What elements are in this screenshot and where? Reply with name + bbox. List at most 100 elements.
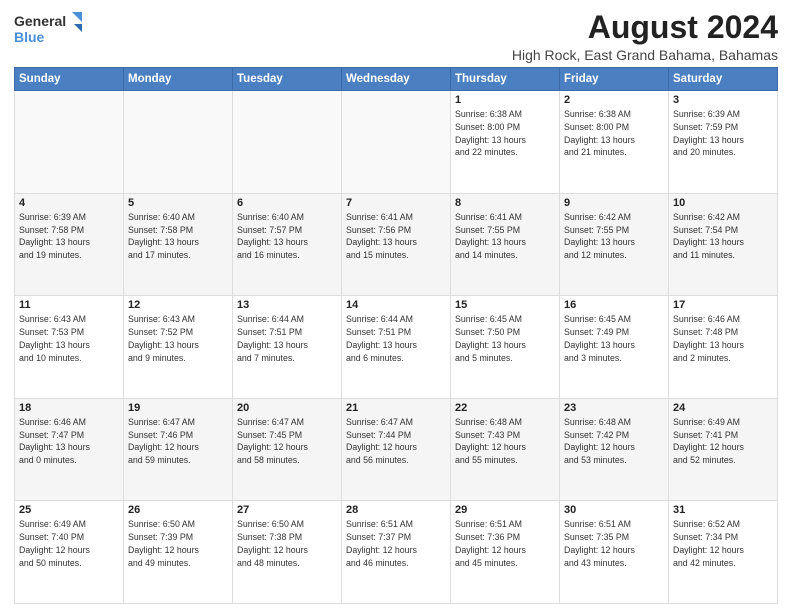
day-info-12: Sunrise: 6:43 AM Sunset: 7:52 PM Dayligh… (128, 313, 228, 364)
day-info-20: Sunrise: 6:47 AM Sunset: 7:45 PM Dayligh… (237, 416, 337, 467)
day-info-8: Sunrise: 6:41 AM Sunset: 7:55 PM Dayligh… (455, 211, 555, 262)
calendar-cell-1-3: 7Sunrise: 6:41 AM Sunset: 7:56 PM Daylig… (342, 193, 451, 296)
day-info-27: Sunrise: 6:50 AM Sunset: 7:38 PM Dayligh… (237, 518, 337, 569)
svg-text:Blue: Blue (14, 29, 45, 45)
calendar-cell-1-1: 5Sunrise: 6:40 AM Sunset: 7:58 PM Daylig… (124, 193, 233, 296)
day-info-30: Sunrise: 6:51 AM Sunset: 7:35 PM Dayligh… (564, 518, 664, 569)
day-number-23: 23 (564, 402, 664, 414)
week-row-4: 25 Sunrise: 6:49 AM Sunset: 7:40 PM Dayli… (15, 501, 778, 604)
day-info-11: Sunrise: 6:43 AM Sunset: 7:53 PM Dayligh… (19, 313, 119, 364)
calendar-cell-4-2: 27 Sunrise: 6:50 AM Sunset: 7:38 PM Dayli… (233, 501, 342, 604)
calendar-cell-1-5: 9 Sunrise: 6:42 AM Sunset: 7:55 PM Daylig… (560, 193, 669, 296)
day-number-4: 4 (19, 197, 119, 209)
day-info-1: Sunrise: 6:38 AM Sunset: 8:00 PM Dayligh… (455, 108, 555, 159)
day-info-18: Sunrise: 6:46 AM Sunset: 7:47 PM Dayligh… (19, 416, 119, 467)
day-info-9: Sunrise: 6:42 AM Sunset: 7:55 PM Dayligh… (564, 211, 664, 262)
day-info-29: Sunrise: 6:51 AM Sunset: 7:36 PM Dayligh… (455, 518, 555, 569)
calendar-cell-3-0: 18 Sunrise: 6:46 AM Sunset: 7:47 PM Dayli… (15, 398, 124, 501)
calendar-cell-1-6: 10 Sunrise: 6:42 AM Sunset: 7:54 PM Dayli… (669, 193, 778, 296)
calendar-cell-0-4: 1 Sunrise: 6:38 AM Sunset: 8:00 PM Daylig… (451, 91, 560, 194)
day-number-25: 25 (19, 504, 119, 516)
calendar: Sunday Monday Tuesday Wednesday Thursday… (14, 67, 778, 604)
calendar-cell-0-0 (15, 91, 124, 194)
calendar-cell-2-4: 15 Sunrise: 6:45 AM Sunset: 7:50 PM Dayli… (451, 296, 560, 399)
calendar-cell-0-6: 3 Sunrise: 6:39 AM Sunset: 7:59 PM Daylig… (669, 91, 778, 194)
page: General Blue August 2024 High Rock, East… (0, 0, 792, 612)
day-number-3: 3 (673, 94, 773, 106)
calendar-cell-2-6: 17 Sunrise: 6:46 AM Sunset: 7:48 PM Dayli… (669, 296, 778, 399)
day-number-31: 31 (673, 504, 773, 516)
day-info-2: Sunrise: 6:38 AM Sunset: 8:00 PM Dayligh… (564, 108, 664, 159)
day-number-22: 22 (455, 402, 555, 414)
day-number-2: 2 (564, 94, 664, 106)
calendar-header-row: Sunday Monday Tuesday Wednesday Thursday… (15, 68, 778, 91)
day-number-15: 15 (455, 299, 555, 311)
col-tuesday: Tuesday (233, 68, 342, 91)
day-info-16: Sunrise: 6:45 AM Sunset: 7:49 PM Dayligh… (564, 313, 664, 364)
week-row-0: 1 Sunrise: 6:38 AM Sunset: 8:00 PM Daylig… (15, 91, 778, 194)
header: General Blue August 2024 High Rock, East… (14, 10, 778, 63)
calendar-cell-3-2: 20 Sunrise: 6:47 AM Sunset: 7:45 PM Dayli… (233, 398, 342, 501)
day-number-19: 19 (128, 402, 228, 414)
day-info-3: Sunrise: 6:39 AM Sunset: 7:59 PM Dayligh… (673, 108, 773, 159)
calendar-cell-4-1: 26 Sunrise: 6:50 AM Sunset: 7:39 PM Dayli… (124, 501, 233, 604)
calendar-cell-3-5: 23 Sunrise: 6:48 AM Sunset: 7:42 PM Dayli… (560, 398, 669, 501)
day-info-6: Sunrise: 6:40 AM Sunset: 7:57 PM Dayligh… (237, 211, 337, 262)
subtitle: High Rock, East Grand Bahama, Bahamas (512, 47, 778, 63)
day-info-4: Sunrise: 6:39 AM Sunset: 7:58 PM Dayligh… (19, 211, 119, 262)
day-number-30: 30 (564, 504, 664, 516)
calendar-cell-2-3: 14Sunrise: 6:44 AM Sunset: 7:51 PM Dayli… (342, 296, 451, 399)
col-thursday: Thursday (451, 68, 560, 91)
day-number-8: 8 (455, 197, 555, 209)
calendar-cell-2-1: 12Sunrise: 6:43 AM Sunset: 7:52 PM Dayli… (124, 296, 233, 399)
day-number-7: 7 (346, 197, 446, 209)
col-wednesday: Wednesday (342, 68, 451, 91)
day-number-18: 18 (19, 402, 119, 414)
calendar-cell-3-4: 22 Sunrise: 6:48 AM Sunset: 7:43 PM Dayli… (451, 398, 560, 501)
day-info-26: Sunrise: 6:50 AM Sunset: 7:39 PM Dayligh… (128, 518, 228, 569)
day-info-25: Sunrise: 6:49 AM Sunset: 7:40 PM Dayligh… (19, 518, 119, 569)
day-number-17: 17 (673, 299, 773, 311)
day-number-20: 20 (237, 402, 337, 414)
week-row-3: 18 Sunrise: 6:46 AM Sunset: 7:47 PM Dayli… (15, 398, 778, 501)
calendar-cell-1-2: 6 Sunrise: 6:40 AM Sunset: 7:57 PM Daylig… (233, 193, 342, 296)
calendar-cell-1-4: 8 Sunrise: 6:41 AM Sunset: 7:55 PM Daylig… (451, 193, 560, 296)
calendar-cell-2-0: 11 Sunrise: 6:43 AM Sunset: 7:53 PM Dayli… (15, 296, 124, 399)
day-number-10: 10 (673, 197, 773, 209)
calendar-cell-3-6: 24Sunrise: 6:49 AM Sunset: 7:41 PM Dayli… (669, 398, 778, 501)
day-number-24: 24 (673, 402, 773, 414)
col-sunday: Sunday (15, 68, 124, 91)
day-number-21: 21 (346, 402, 446, 414)
day-number-29: 29 (455, 504, 555, 516)
day-info-10: Sunrise: 6:42 AM Sunset: 7:54 PM Dayligh… (673, 211, 773, 262)
calendar-cell-0-1 (124, 91, 233, 194)
day-number-11: 11 (19, 299, 119, 311)
day-number-9: 9 (564, 197, 664, 209)
day-info-31: Sunrise: 6:52 AM Sunset: 7:34 PM Dayligh… (673, 518, 773, 569)
calendar-cell-2-2: 13 Sunrise: 6:44 AM Sunset: 7:51 PM Dayli… (233, 296, 342, 399)
day-info-22: Sunrise: 6:48 AM Sunset: 7:43 PM Dayligh… (455, 416, 555, 467)
day-info-15: Sunrise: 6:45 AM Sunset: 7:50 PM Dayligh… (455, 313, 555, 364)
day-number-5: 5 (128, 197, 228, 209)
day-info-13: Sunrise: 6:44 AM Sunset: 7:51 PM Dayligh… (237, 313, 337, 364)
day-number-13: 13 (237, 299, 337, 311)
day-number-14: 14 (346, 299, 446, 311)
calendar-cell-4-0: 25 Sunrise: 6:49 AM Sunset: 7:40 PM Dayli… (15, 501, 124, 604)
day-number-27: 27 (237, 504, 337, 516)
day-number-28: 28 (346, 504, 446, 516)
day-info-23: Sunrise: 6:48 AM Sunset: 7:42 PM Dayligh… (564, 416, 664, 467)
week-row-1: 4 Sunrise: 6:39 AM Sunset: 7:58 PM Daylig… (15, 193, 778, 296)
svg-text:General: General (14, 13, 66, 29)
col-friday: Friday (560, 68, 669, 91)
day-number-26: 26 (128, 504, 228, 516)
col-monday: Monday (124, 68, 233, 91)
calendar-cell-0-5: 2 Sunrise: 6:38 AM Sunset: 8:00 PM Daylig… (560, 91, 669, 194)
calendar-cell-3-1: 19Sunrise: 6:47 AM Sunset: 7:46 PM Dayli… (124, 398, 233, 501)
calendar-cell-4-5: 30 Sunrise: 6:51 AM Sunset: 7:35 PM Dayli… (560, 501, 669, 604)
day-number-6: 6 (237, 197, 337, 209)
day-info-21: Sunrise: 6:47 AM Sunset: 7:44 PM Dayligh… (346, 416, 446, 467)
day-info-17: Sunrise: 6:46 AM Sunset: 7:48 PM Dayligh… (673, 313, 773, 364)
calendar-cell-0-2 (233, 91, 342, 194)
day-number-1: 1 (455, 94, 555, 106)
calendar-cell-4-6: 31 Sunrise: 6:52 AM Sunset: 7:34 PM Dayli… (669, 501, 778, 604)
